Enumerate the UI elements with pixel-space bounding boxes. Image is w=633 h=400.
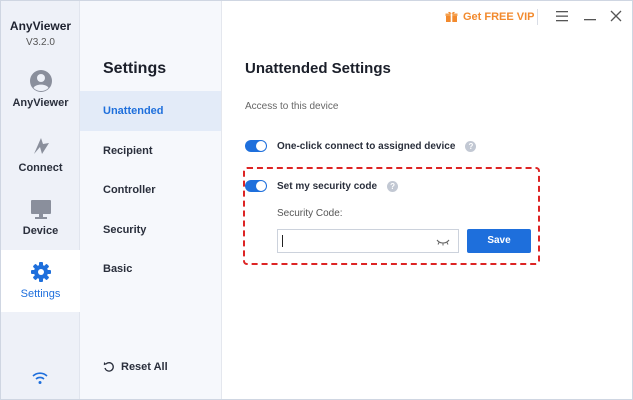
nav-item-anyviewer[interactable]: AnyViewer	[1, 69, 80, 131]
connect-icon	[33, 138, 49, 154]
sidebar-item-unattended[interactable]: Unattended	[80, 91, 221, 131]
sidebar-item-basic[interactable]: Basic	[80, 249, 221, 289]
one-click-toggle[interactable]	[245, 140, 267, 152]
eye-closed-icon[interactable]	[436, 238, 450, 246]
wifi-icon[interactable]	[31, 371, 49, 385]
save-button[interactable]: Save	[467, 229, 531, 253]
nav-item-connect[interactable]: Connect	[1, 134, 80, 196]
option-one-click: One-click connect to assigned device ?	[245, 140, 477, 152]
nav-label: Device	[22, 225, 59, 237]
one-click-label: One-click connect to assigned device	[277, 140, 456, 152]
app-window: AnyViewer V3.2.0 AnyViewer Connect Devic…	[0, 0, 633, 400]
monitor-icon	[30, 200, 51, 219]
left-nav: AnyViewer V3.2.0 AnyViewer Connect Devic…	[1, 1, 80, 399]
nav-label: Connect	[18, 162, 63, 174]
app-version: V3.2.0	[26, 37, 55, 48]
sidebar-item-recipient[interactable]: Recipient	[80, 131, 221, 171]
app-name: AnyViewer	[9, 19, 72, 33]
settings-title: Settings	[103, 60, 167, 77]
section-label: Access to this device	[245, 101, 339, 112]
sidebar-item-controller[interactable]: Controller	[80, 170, 221, 210]
brand: AnyViewer V3.2.0	[1, 19, 80, 48]
reset-icon	[103, 362, 114, 372]
text-caret	[282, 235, 283, 247]
security-code-input[interactable]	[278, 230, 428, 252]
security-code-label: Security Code:	[277, 208, 343, 219]
nav-item-settings[interactable]: Settings	[1, 250, 80, 312]
page-title: Unattended Settings	[245, 60, 391, 77]
settings-sidebar: Settings Unattended Recipient Controller…	[80, 1, 222, 399]
reset-all-button[interactable]: Reset All	[103, 361, 168, 373]
help-icon[interactable]: ?	[465, 140, 477, 152]
user-avatar-icon	[29, 70, 52, 92]
reset-all-label: Reset All	[121, 361, 168, 373]
nav-label: AnyViewer	[12, 97, 69, 109]
nav-label: Settings	[20, 288, 61, 300]
gear-icon	[30, 262, 51, 282]
sidebar-item-security[interactable]: Security	[80, 210, 221, 250]
security-code-field	[277, 229, 459, 253]
